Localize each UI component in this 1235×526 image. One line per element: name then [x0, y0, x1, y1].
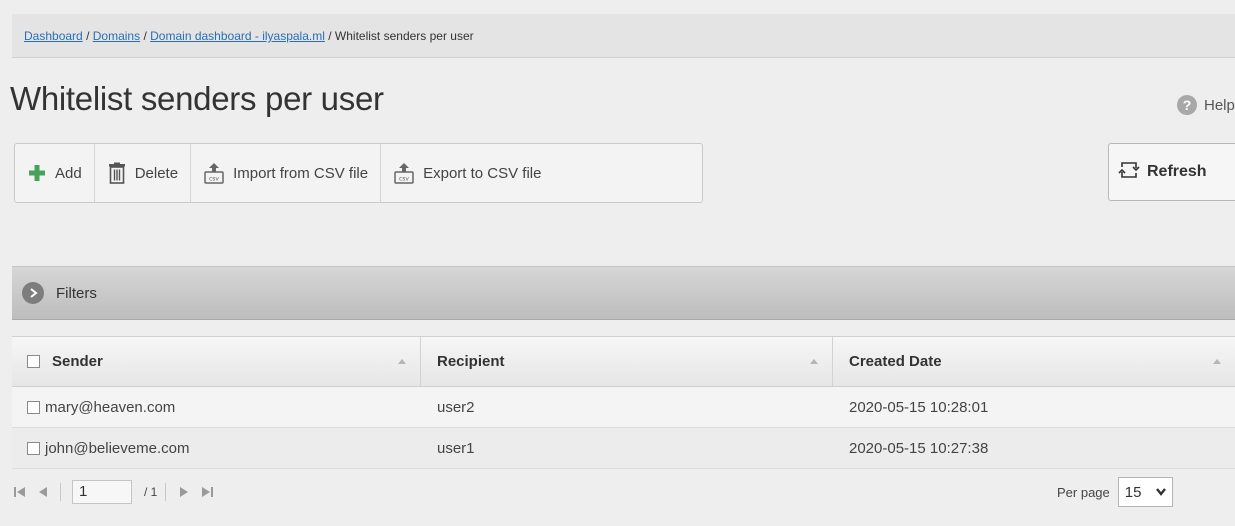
page-title: Whitelist senders per user — [10, 80, 384, 117]
last-page-icon[interactable] — [201, 486, 214, 498]
recipient-cell: user1 — [437, 439, 475, 457]
export-csv-button[interactable]: csv Export to CSV file — [381, 144, 553, 202]
sender-column-header[interactable]: Sender — [12, 337, 420, 386]
help-label: Help — [1204, 96, 1235, 114]
table-header: Sender Recipient Created Date — [12, 336, 1235, 387]
page-total: / 1 — [144, 484, 158, 499]
per-page-control: Per page 15 — [1057, 477, 1173, 507]
select-all-checkbox[interactable] — [27, 355, 40, 368]
recipient-column-header[interactable]: Recipient — [420, 337, 832, 386]
import-csv-label: Import from CSV file — [233, 164, 369, 182]
sender-header-label: Sender — [52, 353, 103, 370]
refresh-button[interactable]: Refresh — [1108, 143, 1235, 201]
csv-export-icon: csv — [393, 162, 415, 184]
refresh-label: Refresh — [1147, 163, 1207, 180]
sender-value: john@believeme.com — [45, 439, 190, 457]
pager-divider — [165, 482, 167, 501]
whitelist-table: Sender Recipient Created Date mary@heave… — [12, 336, 1235, 514]
table-row[interactable]: mary@heaven.com user2 2020-05-15 10:28:0… — [12, 387, 1235, 428]
add-button[interactable]: Add — [15, 144, 95, 202]
plus-icon — [27, 163, 47, 183]
expand-arrow-icon — [22, 282, 44, 304]
created-date-cell: 2020-05-15 10:28:01 — [849, 398, 989, 416]
breadcrumb: Dashboard / Domains / Domain dashboard -… — [12, 14, 1235, 58]
csv-badge-text: csv — [209, 176, 219, 183]
import-csv-button[interactable]: csv Import from CSV file — [191, 144, 382, 202]
breadcrumb-domain-dashboard-link[interactable]: Domain dashboard - ilyaspala.ml — [150, 29, 325, 43]
trash-icon — [107, 162, 127, 184]
per-page-value: 15 — [1124, 483, 1142, 501]
first-page-icon[interactable] — [14, 486, 26, 498]
sender-value: mary@heaven.com — [45, 398, 176, 416]
add-button-label: Add — [55, 164, 82, 182]
sort-arrow-icon — [1213, 359, 1221, 364]
per-page-select[interactable]: 15 — [1117, 477, 1173, 507]
help-link[interactable]: ? Help — [1177, 95, 1235, 115]
sort-arrow-icon — [810, 359, 818, 364]
pagination: / 1 Per page 15 — [12, 469, 1235, 514]
table-row[interactable]: john@believeme.com user1 2020-05-15 10:2… — [12, 428, 1235, 469]
breadcrumb-current: Whitelist senders per user — [334, 29, 474, 43]
created-date-header-label: Created Date — [849, 353, 942, 370]
delete-button[interactable]: Delete — [95, 144, 192, 202]
export-csv-label: Export to CSV file — [423, 164, 542, 182]
sender-cell: john@believeme.com — [12, 428, 420, 468]
page-number-input[interactable] — [72, 479, 132, 504]
created-date-cell: 2020-05-15 10:27:38 — [849, 439, 989, 457]
pager-divider — [60, 482, 62, 501]
breadcrumb-dashboard-link[interactable]: Dashboard — [24, 29, 83, 43]
recipient-header-label: Recipient — [437, 353, 505, 370]
sender-cell: mary@heaven.com — [12, 387, 420, 427]
previous-page-icon[interactable] — [38, 486, 48, 498]
next-page-icon[interactable] — [179, 486, 189, 498]
breadcrumb-separator: / — [86, 29, 90, 43]
refresh-icon — [1117, 159, 1141, 186]
breadcrumb-domains-link[interactable]: Domains — [93, 29, 140, 43]
help-icon: ? — [1177, 95, 1197, 115]
row-checkbox[interactable] — [27, 400, 40, 414]
csv-badge-text: csv — [399, 176, 409, 183]
csv-import-icon: csv — [203, 162, 225, 184]
sort-arrow-icon — [398, 359, 406, 364]
toolbar: Add Delete csv Import from CSV file csv … — [14, 143, 703, 203]
row-checkbox[interactable] — [27, 441, 40, 455]
chevron-down-icon — [1155, 484, 1167, 501]
breadcrumb-separator: / — [328, 29, 332, 43]
recipient-cell: user2 — [437, 398, 475, 416]
filters-toggle[interactable]: Filters — [12, 266, 1235, 320]
created-date-column-header[interactable]: Created Date — [832, 337, 1235, 386]
delete-button-label: Delete — [134, 164, 179, 182]
per-page-label: Per page — [1057, 484, 1110, 500]
filters-label: Filters — [56, 284, 97, 302]
breadcrumb-separator: / — [143, 29, 147, 43]
